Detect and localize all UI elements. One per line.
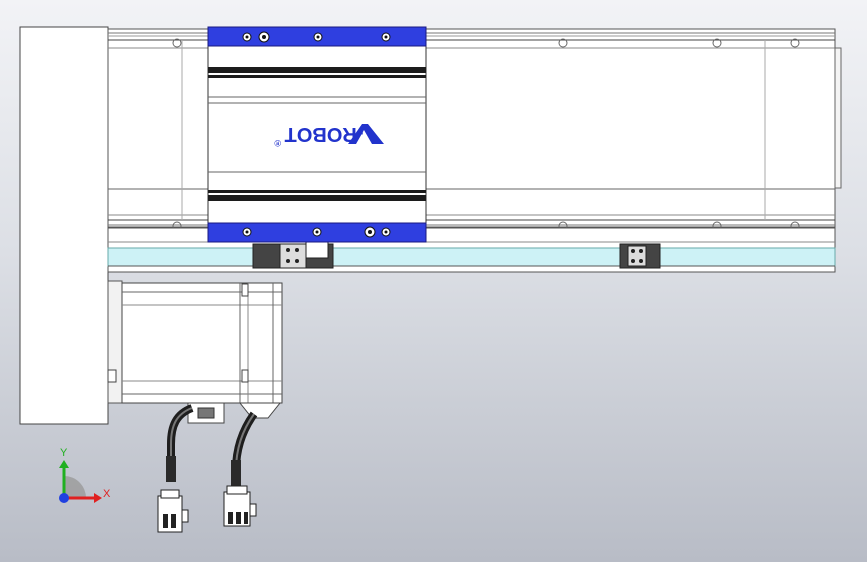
power-connector[interactable] [157, 489, 189, 533]
limit-sensor-right[interactable] [619, 243, 661, 269]
coordinate-triad: X Y [59, 447, 111, 503]
encoder-cable [231, 411, 258, 486]
carriage-screw [313, 32, 323, 42]
carriage-screw [258, 31, 270, 43]
cad-viewport[interactable]: -ROBOT ® X Y [0, 0, 867, 562]
carriage-screw [312, 227, 322, 237]
y-axis-label: Y [60, 447, 68, 459]
carriage-screw [381, 227, 391, 237]
carriage-screw [242, 227, 252, 237]
carriage-screw [364, 226, 376, 238]
carriage-screw [242, 32, 252, 42]
z-axis-dot [59, 493, 69, 503]
logo-registered-mark: ® [274, 138, 281, 148]
end-cap [19, 26, 109, 425]
encoder-connector[interactable] [223, 485, 257, 527]
servo-motor [107, 280, 283, 424]
x-axis-label: X [103, 488, 111, 500]
carriage[interactable]: -ROBOT ® [207, 26, 427, 243]
carriage-screw [381, 32, 391, 42]
linear-module-drawing: -ROBOT ® X Y [19, 26, 842, 533]
limit-sensor-left[interactable] [252, 241, 334, 269]
